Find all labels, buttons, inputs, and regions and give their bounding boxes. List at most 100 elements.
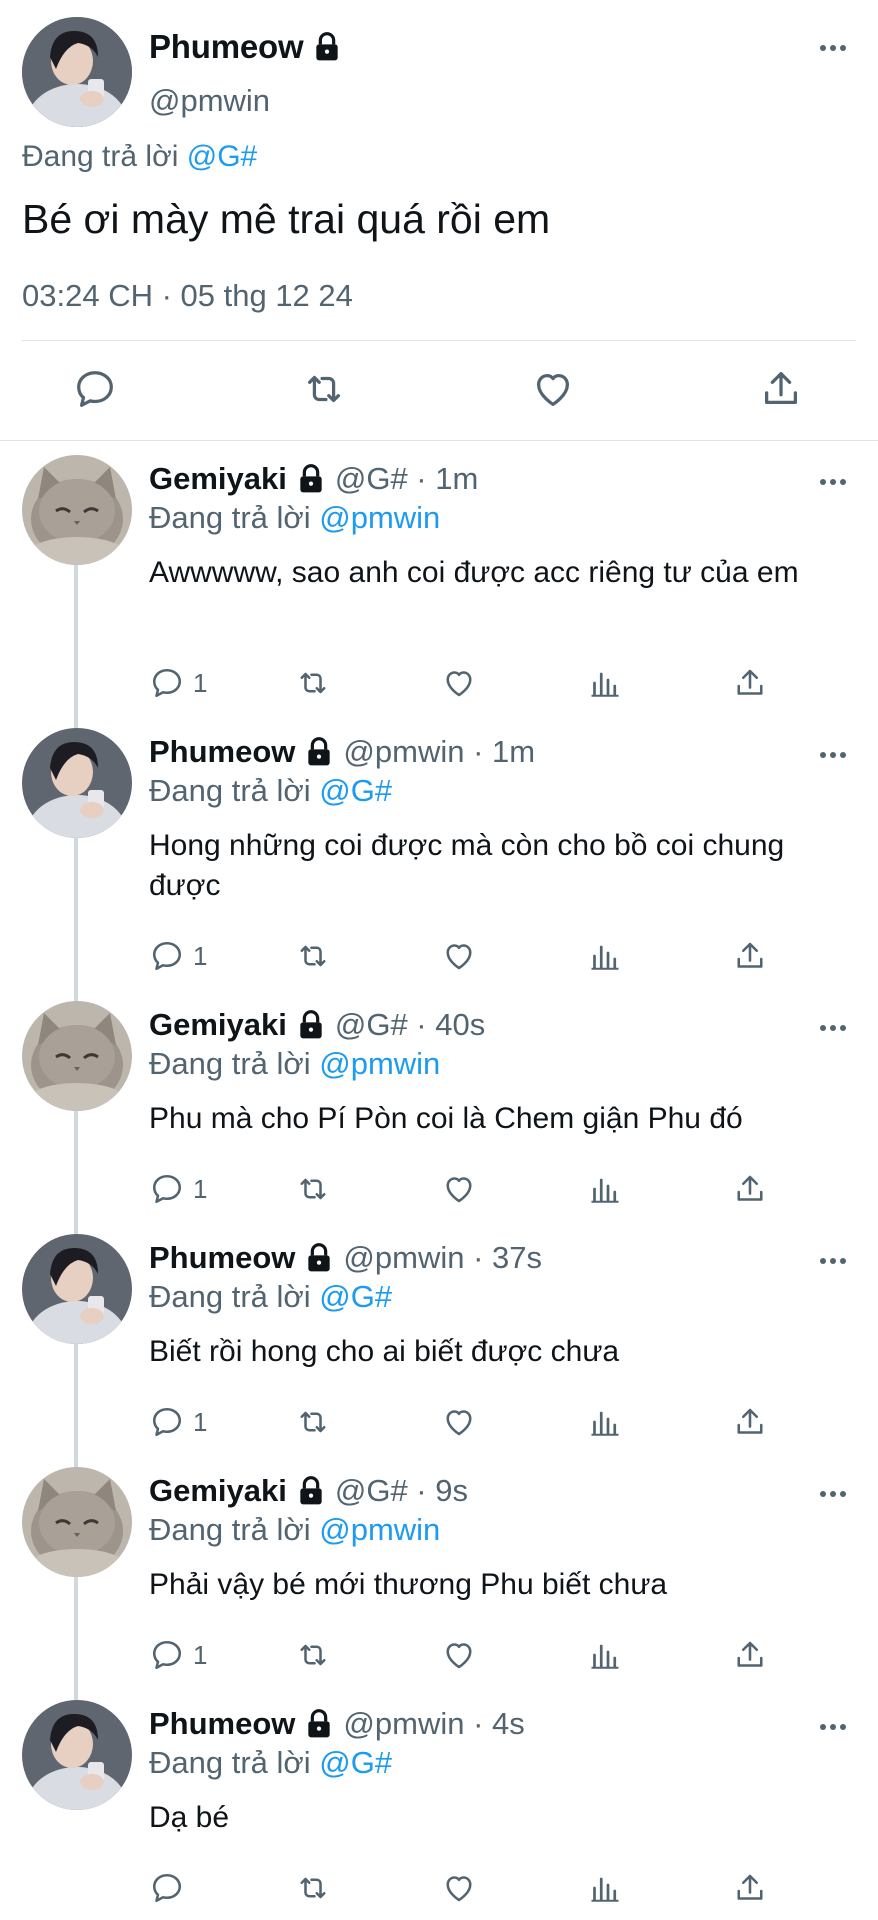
divider xyxy=(22,340,856,341)
reply-tweet[interactable]: Phumeow @pmwin · 4s Đang trả lời @G# Dạ … xyxy=(0,1700,878,1920)
reply-tweet[interactable]: Gemiyaki @G# · 9s Đang trả lời @pmwin Ph… xyxy=(0,1467,878,1700)
reply-icon[interactable] xyxy=(149,1870,185,1906)
reply-icon[interactable] xyxy=(149,1404,185,1440)
reply-button[interactable]: 1 xyxy=(149,663,207,703)
author-name-text[interactable]: Phumeow xyxy=(149,28,304,66)
like-icon[interactable] xyxy=(441,663,477,703)
reply-button[interactable]: 1 xyxy=(149,1402,207,1442)
handle-time[interactable]: @pmwin · 1m xyxy=(343,734,535,770)
author-name[interactable]: Phumeow xyxy=(149,734,295,770)
replying-to-link[interactable]: @G# xyxy=(319,1745,392,1780)
avatar-phumeow[interactable] xyxy=(22,728,132,838)
author-name[interactable]: Phumeow xyxy=(149,28,343,66)
handle-time[interactable]: @pmwin · 4s xyxy=(343,1706,524,1742)
replying-to-link[interactable]: @G# xyxy=(187,140,257,173)
reply-icon[interactable] xyxy=(149,1171,185,1207)
reply-button[interactable] xyxy=(149,1868,185,1908)
reply-tweet[interactable]: Gemiyaki @G# · 40s Đang trả lời @pmwin P… xyxy=(0,1001,878,1234)
handle-time[interactable]: @G# · 40s xyxy=(335,1007,485,1043)
reply-icon[interactable] xyxy=(149,1637,185,1673)
lock-icon xyxy=(311,31,343,63)
like-icon[interactable] xyxy=(441,936,477,976)
replying-prefix: Đang trả lời xyxy=(149,1745,311,1780)
reply-text: Awwwww, sao anh coi được acc riêng tư củ… xyxy=(149,556,799,589)
views-icon[interactable] xyxy=(587,663,623,703)
replying-to-link[interactable]: @G# xyxy=(319,773,392,808)
reply-icon[interactable] xyxy=(149,665,185,701)
author-name[interactable]: Gemiyaki xyxy=(149,1007,287,1043)
share-icon[interactable] xyxy=(758,366,804,412)
avatar-phumeow[interactable] xyxy=(22,17,132,127)
views-icon[interactable] xyxy=(587,1402,623,1442)
replying-to-link[interactable]: @pmwin xyxy=(319,500,440,535)
share-icon[interactable] xyxy=(732,1402,768,1442)
avatar-gemiyaki[interactable] xyxy=(22,1467,132,1577)
lock-icon xyxy=(303,736,335,768)
like-icon[interactable] xyxy=(441,1868,477,1908)
author-name[interactable]: Phumeow xyxy=(149,1706,295,1742)
retweet-icon[interactable] xyxy=(295,1169,331,1209)
replying-to-link[interactable]: @pmwin xyxy=(319,1512,440,1547)
replying-to-link[interactable]: @G# xyxy=(319,1279,392,1314)
reply-count: 1 xyxy=(193,1406,208,1437)
share-icon[interactable] xyxy=(732,1635,768,1675)
reply-tweet[interactable]: Phumeow @pmwin · 37s Đang trả lời @G# Bi… xyxy=(0,1234,878,1467)
views-icon[interactable] xyxy=(587,1635,623,1675)
handle-time[interactable]: @G# · 1m xyxy=(335,461,478,497)
avatar-phumeow[interactable] xyxy=(22,1700,132,1810)
like-icon[interactable] xyxy=(441,1169,477,1209)
reply-action-bar xyxy=(0,1868,878,1908)
more-icon[interactable] xyxy=(818,1484,848,1504)
more-icon[interactable] xyxy=(818,1018,848,1038)
retweet-icon[interactable] xyxy=(295,1402,331,1442)
reply-icon[interactable] xyxy=(72,366,118,412)
reply-icon[interactable] xyxy=(149,938,185,974)
avatar-gemiyaki[interactable] xyxy=(22,1001,132,1111)
views-icon[interactable] xyxy=(587,1169,623,1209)
share-icon[interactable] xyxy=(732,1868,768,1908)
reply-button[interactable]: 1 xyxy=(149,1169,207,1209)
handle-time[interactable]: @pmwin · 37s xyxy=(343,1240,542,1276)
lock-icon xyxy=(295,1475,327,1507)
like-icon[interactable] xyxy=(530,366,576,412)
handle-time[interactable]: @G# · 9s xyxy=(335,1473,468,1509)
retweet-icon[interactable] xyxy=(295,1635,331,1675)
retweet-icon[interactable] xyxy=(301,366,347,412)
views-icon[interactable] xyxy=(587,936,623,976)
author-name[interactable]: Gemiyaki xyxy=(149,461,287,497)
reply-action-bar: 1 xyxy=(0,663,878,703)
author-name[interactable]: Phumeow xyxy=(149,1240,295,1276)
avatar-gemiyaki[interactable] xyxy=(22,455,132,565)
reply-text: Hong những coi được mà còn cho bồ coi ch… xyxy=(149,829,785,902)
reply-text: Dạ bé xyxy=(149,1801,230,1834)
author-handle[interactable]: @pmwin xyxy=(149,83,270,119)
more-icon[interactable] xyxy=(818,1717,848,1737)
views-icon[interactable] xyxy=(587,1868,623,1908)
author-name[interactable]: Gemiyaki xyxy=(149,1473,287,1509)
reply-action-bar: 1 xyxy=(0,1169,878,1209)
retweet-icon[interactable] xyxy=(295,936,331,976)
avatar-phumeow[interactable] xyxy=(22,1234,132,1344)
main-tweet[interactable]: Phumeow @pmwin Đang trả lời @G# Bé ơi mà… xyxy=(0,0,878,442)
like-icon[interactable] xyxy=(441,1635,477,1675)
reply-button[interactable]: 1 xyxy=(149,1635,207,1675)
replying-to: Đang trả lời @pmwin xyxy=(149,1046,440,1082)
share-icon[interactable] xyxy=(732,936,768,976)
replying-to-link[interactable]: @pmwin xyxy=(319,1046,440,1081)
reply-tweet[interactable]: Phumeow @pmwin · 1m Đang trả lời @G# Hon… xyxy=(0,728,878,971)
retweet-icon[interactable] xyxy=(295,1868,331,1908)
share-icon[interactable] xyxy=(732,663,768,703)
reply-button[interactable]: 1 xyxy=(149,936,207,976)
more-icon[interactable] xyxy=(818,472,848,492)
share-icon[interactable] xyxy=(732,1169,768,1209)
replying-to: Đang trả lời @pmwin xyxy=(149,500,440,536)
more-icon[interactable] xyxy=(818,1251,848,1271)
more-icon[interactable] xyxy=(818,38,848,58)
replying-to: Đang trả lời @G# xyxy=(22,140,257,174)
reply-tweet[interactable]: Gemiyaki @G# · 1m Đang trả lời @pmwin Aw… xyxy=(0,455,878,698)
like-icon[interactable] xyxy=(441,1402,477,1442)
reply-header: Phumeow @pmwin · 37s xyxy=(149,1240,542,1276)
more-icon[interactable] xyxy=(818,745,848,765)
reply-action-bar: 1 xyxy=(0,1402,878,1442)
retweet-icon[interactable] xyxy=(295,663,331,703)
